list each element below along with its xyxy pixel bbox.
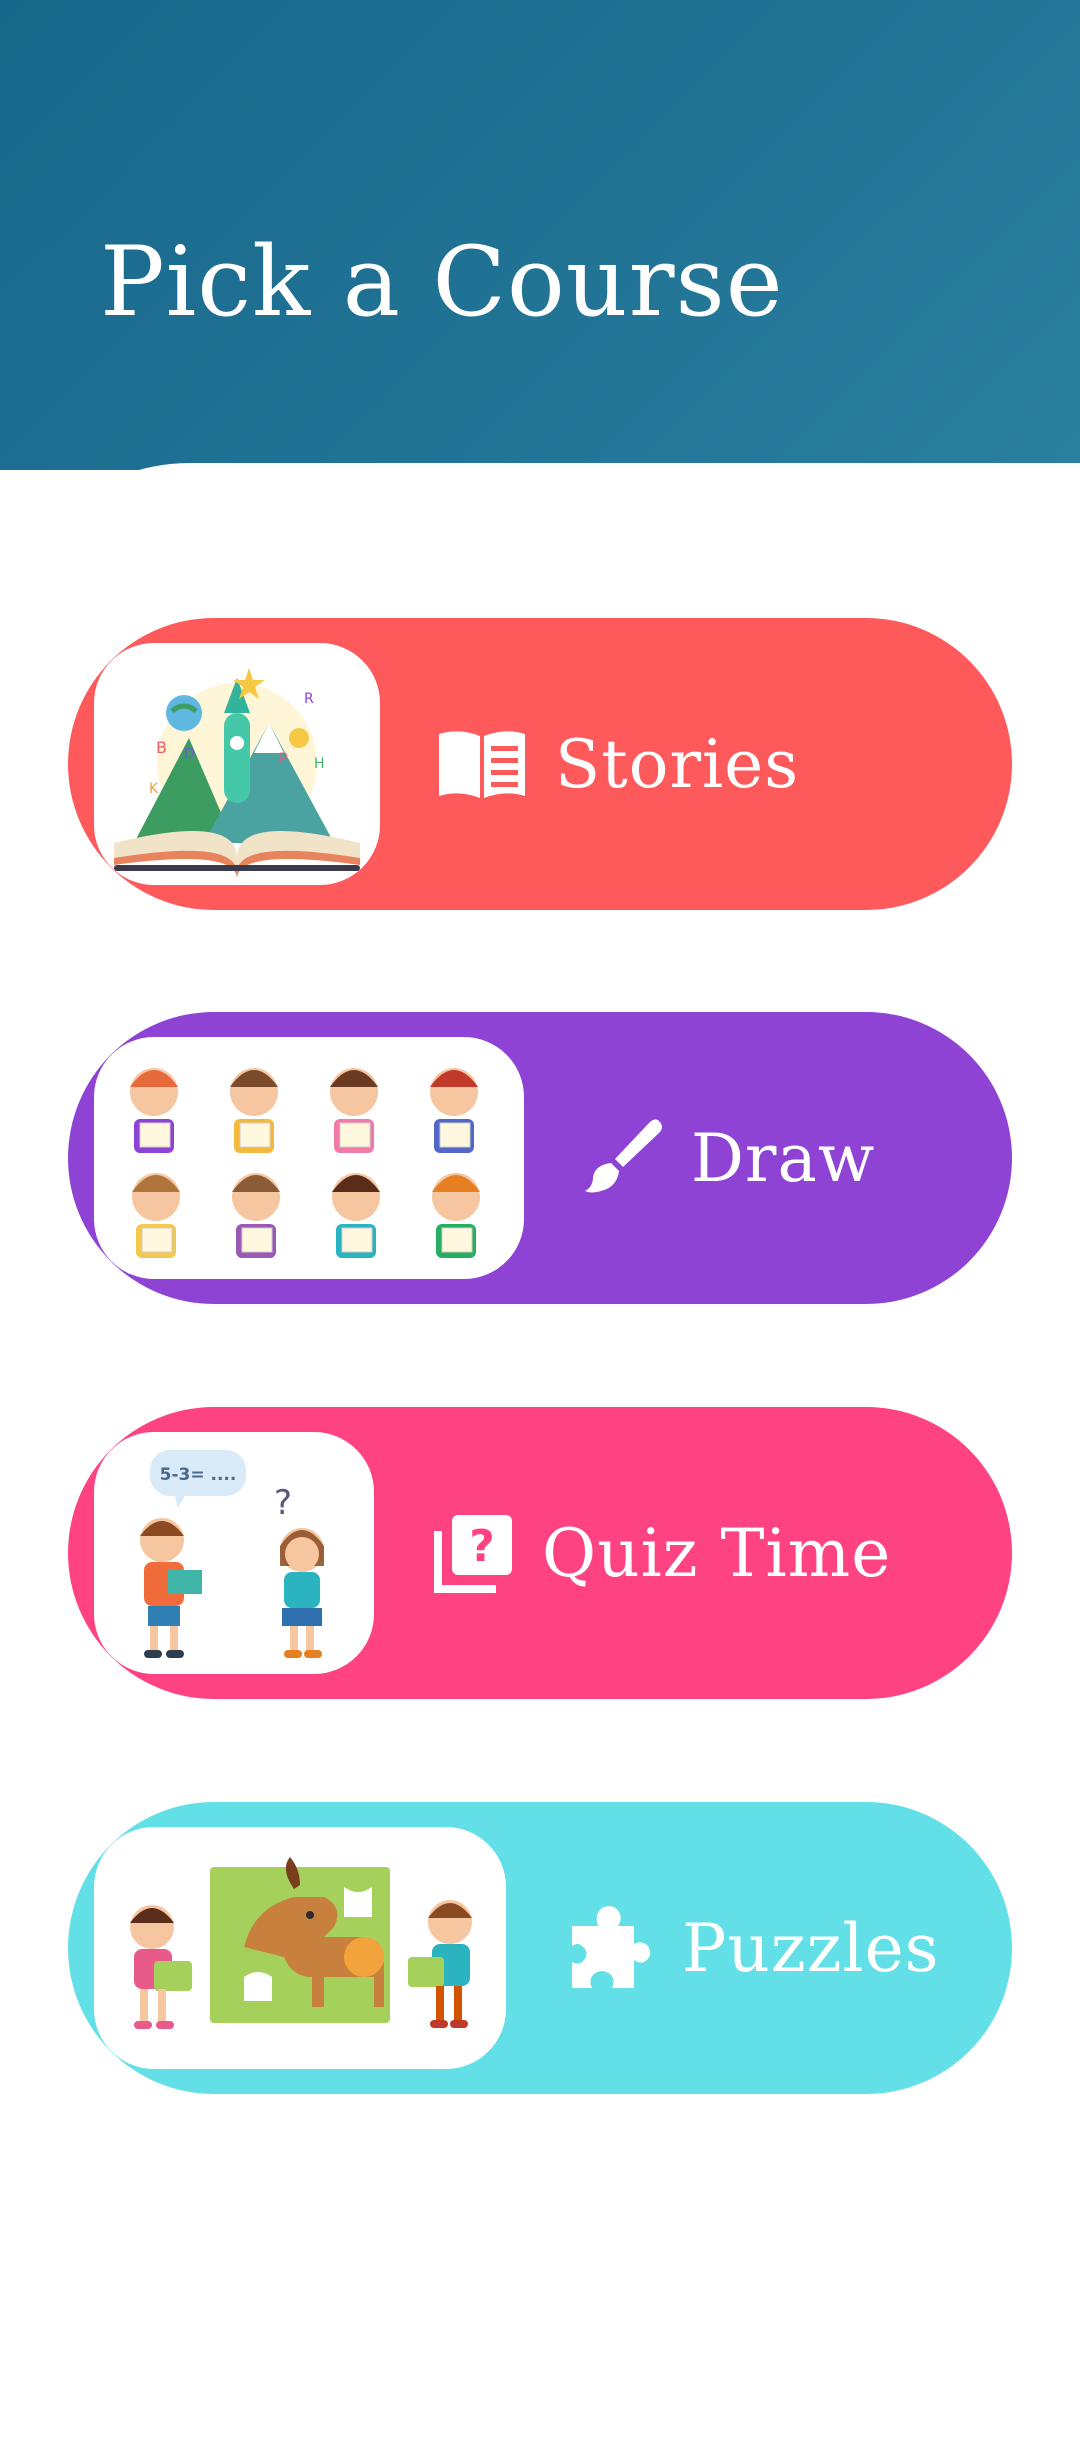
course-card-stories[interactable]: B D R H K P Stories [68, 618, 1012, 910]
svg-text:K: K [149, 781, 159, 797]
course-card-quiz-time[interactable]: 5-3= .... ? ? Quiz Time [68, 1407, 1012, 1699]
svg-text:?: ? [469, 1521, 495, 1572]
puzzles-label-group: Puzzles [564, 1802, 940, 2094]
quiz-time-label: Quiz Time [542, 1514, 892, 1592]
quiz-bubble-text: 5-3= .... [160, 1465, 237, 1485]
course-card-draw[interactable]: Draw [68, 1012, 1012, 1304]
book-icon [435, 728, 529, 800]
svg-text:R: R [304, 691, 314, 707]
quiz-icon: ? [432, 1511, 516, 1595]
draw-label-group: Draw [583, 1012, 875, 1304]
stories-image: B D R H K P [94, 643, 380, 885]
quiz-label-group: ? Quiz Time [432, 1407, 891, 1699]
puzzle-piece-icon [564, 1902, 656, 1994]
course-card-puzzles[interactable]: Puzzles [68, 1802, 1012, 2094]
draw-label: Draw [691, 1119, 876, 1197]
puzzles-label: Puzzles [682, 1909, 940, 1987]
svg-text:B: B [156, 738, 167, 757]
stories-label-group: Stories [435, 618, 799, 910]
stories-label: Stories [555, 725, 800, 803]
svg-text:P: P [279, 751, 287, 767]
svg-text:H: H [314, 756, 325, 772]
quiz-image: 5-3= .... ? [94, 1432, 374, 1674]
puzzles-image [94, 1827, 506, 2069]
page-title: Pick a Course [100, 226, 784, 338]
draw-image [94, 1037, 524, 1279]
svg-text:D: D [184, 746, 195, 762]
paintbrush-icon [583, 1117, 665, 1199]
quiz-question-mark: ? [274, 1483, 292, 1523]
